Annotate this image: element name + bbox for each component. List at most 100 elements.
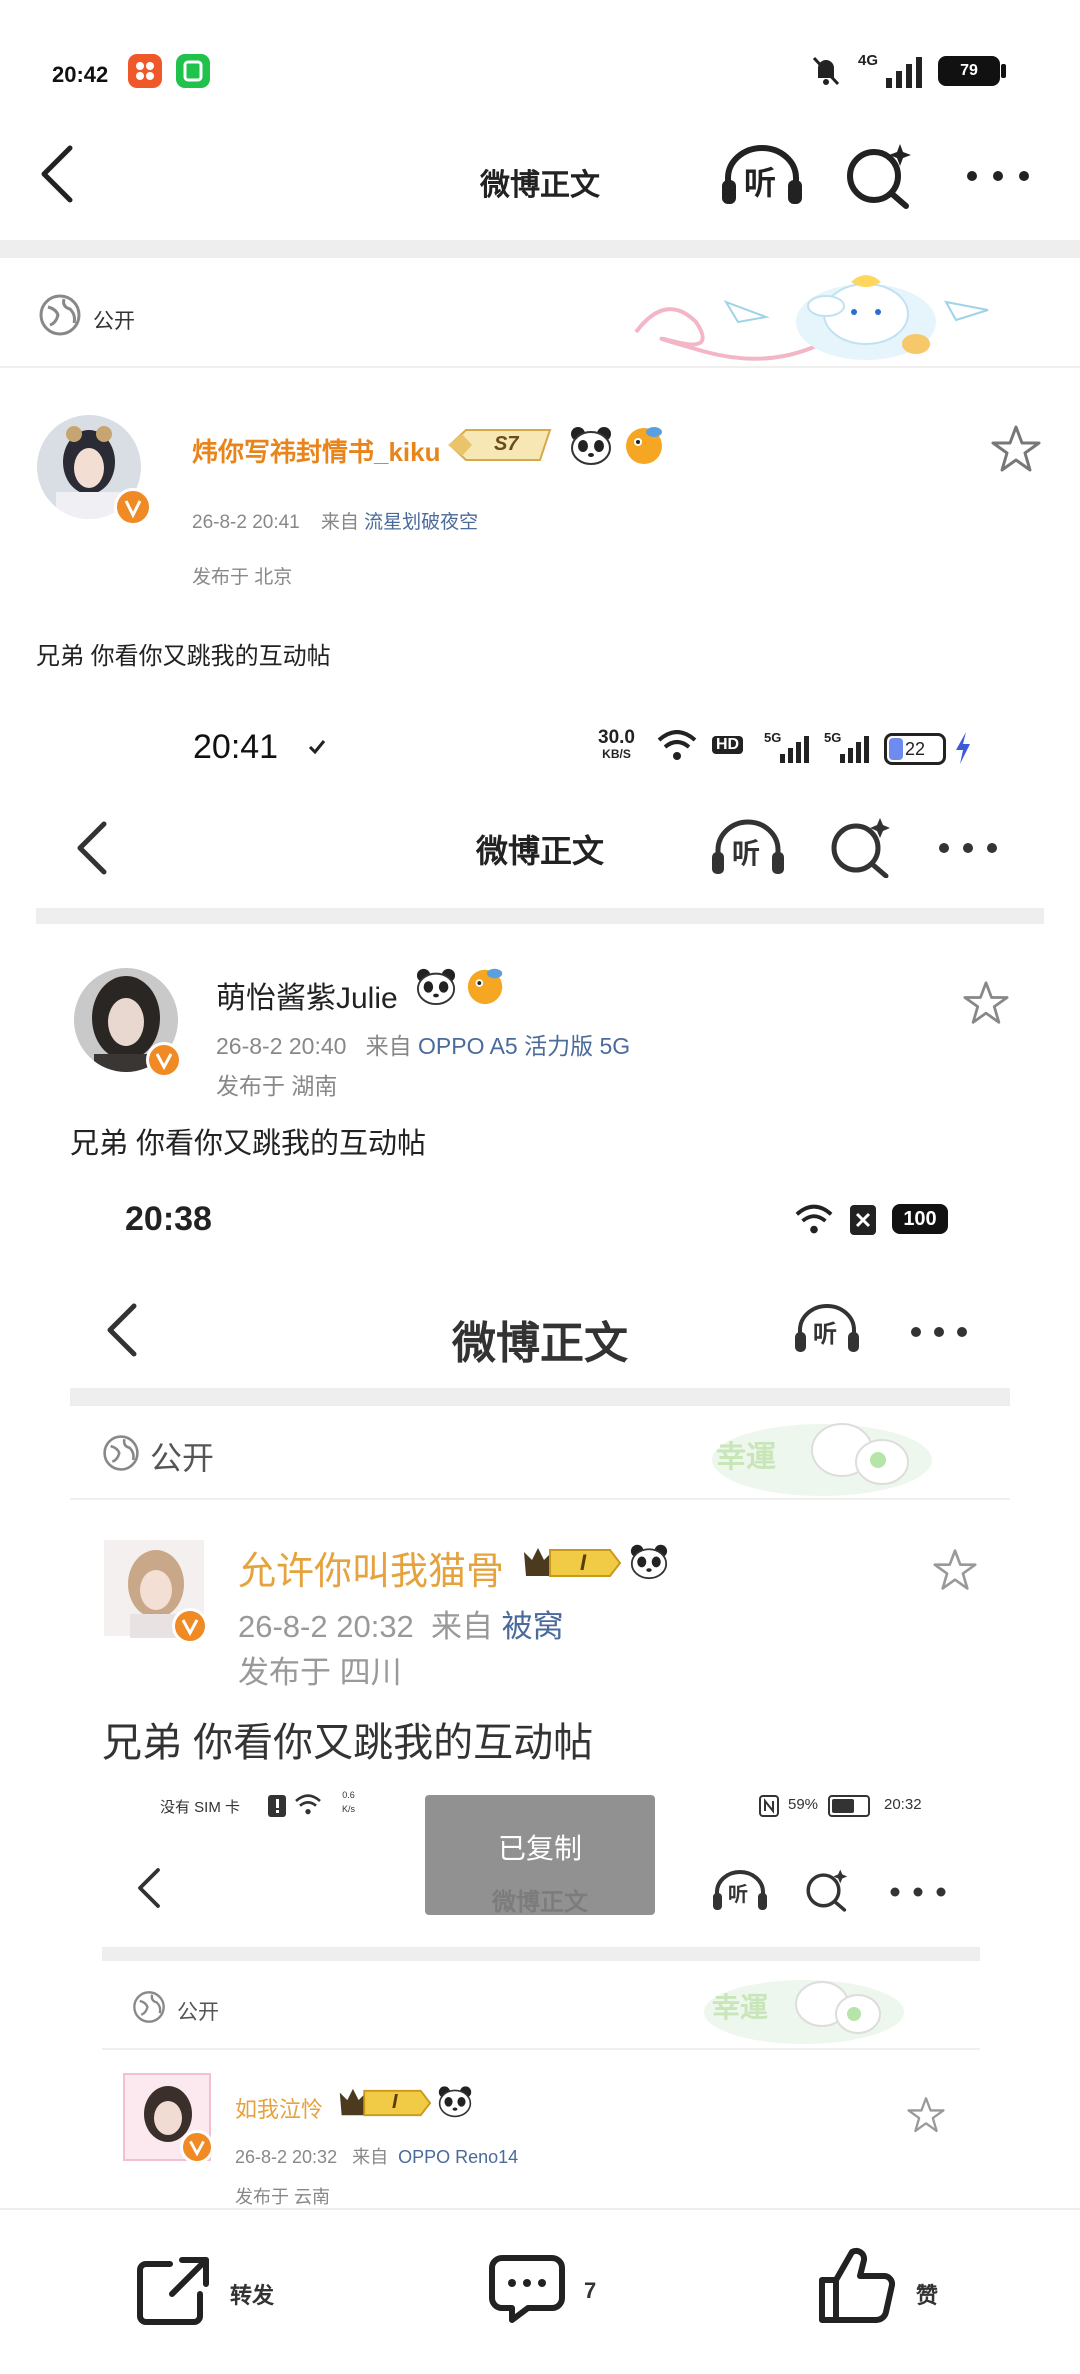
s3-speed: 0.6 K/s (342, 1788, 355, 1816)
s1-from-label: 来自 (365, 1033, 412, 1059)
s1-star-icon (962, 980, 1010, 1026)
more-button[interactable] (966, 170, 1030, 182)
like-button[interactable]: 赞 (816, 2246, 946, 2332)
s1-battery-text: 22 (904, 739, 926, 759)
s2-divider (70, 1388, 1010, 1406)
mute-icon (808, 52, 844, 88)
s1-battery: 22 (884, 733, 946, 765)
s1-location: 发布于 湖南 (216, 1073, 338, 1099)
s3-verified-badge (180, 2130, 214, 2164)
s2-location: 发布于 四川 (238, 1655, 402, 1690)
s2-star-icon (932, 1548, 978, 1592)
post-date: 26-8-2 20:41 (192, 512, 300, 533)
favorite-star-button[interactable] (990, 424, 1042, 474)
s1-status-time: 20:41 (193, 728, 279, 766)
panda-icon (568, 424, 614, 466)
status-time: 20:42 (52, 62, 109, 87)
s2-source: 被窝 (501, 1609, 564, 1644)
s3-search-icon (804, 1866, 850, 1912)
s3-nfc-icon (758, 1794, 780, 1818)
s3-listen-label: 听 (728, 1884, 748, 1906)
avatar[interactable] (34, 412, 154, 526)
s1-listen-icon: 听 (710, 818, 786, 878)
pufferfish-icon (622, 422, 668, 466)
s1-listen-label: 听 (732, 838, 761, 869)
s1-pufferfish-icon (464, 964, 508, 1006)
s2-lucky-sticker: 幸運 (702, 1410, 942, 1500)
search-button[interactable] (844, 140, 916, 210)
s1-divider (36, 908, 1044, 924)
s1-speed: 30.0 KB/S (598, 728, 635, 763)
s3-location: 发布于 云南 (235, 2187, 331, 2207)
s3-sticker-text: 幸運 (712, 1992, 769, 2023)
s2-visibility-label: 公开 (150, 1440, 215, 1476)
s3-avatar (122, 2072, 214, 2164)
s2-page-title: 微博正文 (452, 1319, 628, 1368)
s2-post-text: 兄弟 你看你又跳我的互动帖 (102, 1721, 594, 1765)
signal-icon (884, 54, 924, 90)
like-label: 赞 (916, 2283, 939, 2308)
s3-date: 26-8-2 20:32 (235, 2147, 338, 2167)
s2-avatar (100, 1536, 208, 1644)
s3-level-badge: I (336, 2085, 432, 2121)
s3-star-icon (906, 2096, 946, 2134)
listen-button[interactable]: 听 (720, 144, 804, 208)
s1-avatar (72, 966, 182, 1078)
repost-button[interactable]: 转发 (136, 2254, 296, 2334)
s3-from-label: 来自 (352, 2147, 389, 2167)
s2-section-divider (70, 1498, 1010, 1500)
globe-icon (38, 293, 82, 337)
author-name[interactable]: 炜你写祎封情书_kiku (192, 432, 441, 469)
from-label: 来自 (320, 512, 359, 533)
s2-sticker-text: 幸運 (716, 1441, 776, 1474)
s1-signal-icon-1 (768, 736, 812, 764)
s2-battery: 100 (892, 1204, 948, 1234)
app-notification-icon (128, 54, 162, 88)
s3-level-badge-text: I (392, 2091, 398, 2113)
battery-indicator: 79 (938, 56, 1000, 86)
listen-label: 听 (744, 165, 777, 201)
s3-source: OPPO Reno14 (398, 2147, 519, 2167)
s3-speed-value: 0.6 (342, 1790, 355, 1800)
s3-section-divider (102, 2048, 980, 2050)
s2-level-badge: I (520, 1544, 622, 1582)
s1-wifi-icon (656, 730, 698, 762)
s2-more-icon (910, 1326, 968, 1338)
level-badge: S7 (444, 426, 556, 464)
s2-panda-icon (628, 1542, 670, 1580)
s1-check-icon (306, 736, 328, 758)
comment-button[interactable]: 7 (488, 2252, 618, 2332)
s2-status-time: 20:38 (125, 1200, 212, 1238)
s3-globe-icon (132, 1990, 166, 2024)
s1-verified-badge (146, 1042, 182, 1078)
level-badge-text: S7 (494, 433, 519, 455)
s3-nosim-text: 没有 SIM 卡 (160, 1799, 241, 1816)
post-location: 发布于 北京 (192, 567, 293, 588)
post-source[interactable]: 流星划破夜空 (364, 512, 478, 533)
s1-hd-icon: HD (712, 736, 744, 754)
s3-more-icon (890, 1887, 946, 1897)
s2-listen-icon: 听 (794, 1302, 860, 1354)
embedded-screenshot-1 (0, 0, 1080, 1)
s1-date: 26-8-2 20:40 (216, 1033, 347, 1059)
s1-charging-icon (954, 732, 972, 764)
s3-battery-percent: 59% (788, 1796, 819, 1813)
s1-more-icon (938, 842, 998, 854)
s1-signal-icon-2 (828, 736, 872, 764)
verified-badge (114, 488, 152, 526)
s3-meta: 26-8-2 20:32 来自 OPPO Reno14 (235, 2143, 518, 2169)
battery-cap (1001, 64, 1006, 78)
s2-meta: 26-8-2 20:32 来自 被窝 (238, 1601, 564, 1646)
repost-label: 转发 (230, 2283, 275, 2308)
s1-source: OPPO A5 活力版 5G (418, 1033, 631, 1059)
s2-nosim-icon (850, 1205, 876, 1235)
s3-battery-level (832, 1799, 854, 1813)
s1-search-icon (828, 814, 894, 878)
post-meta: 26-8-2 20:41 来自 流星划破夜空 (192, 507, 478, 534)
s3-visibility-label: 公开 (177, 2001, 219, 2024)
s2-level-badge-text: I (580, 1550, 587, 1575)
s3-speed-unit: K/s (342, 1804, 356, 1814)
s3-lucky-sticker: 幸運 (694, 1968, 914, 2048)
visibility-label: 公开 (93, 310, 135, 333)
s2-listen-label: 听 (813, 1321, 837, 1348)
